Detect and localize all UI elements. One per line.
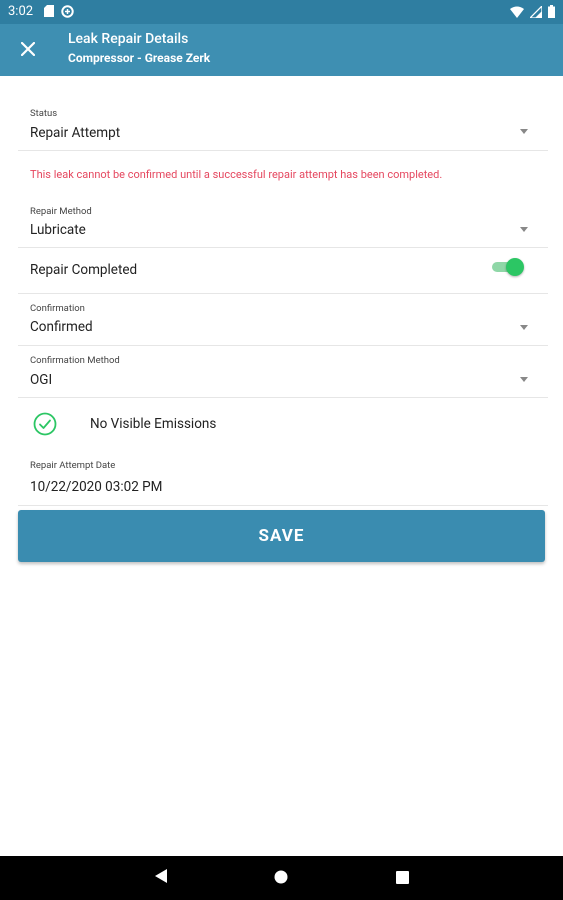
chevron-down-icon — [520, 227, 528, 232]
no-visible-emissions-label: No Visible Emissions — [90, 416, 217, 432]
status-left-icons — [44, 5, 74, 22]
status-value: Repair Attempt — [30, 125, 121, 141]
status-dropdown[interactable]: Status Repair Attempt — [18, 100, 548, 151]
battery-icon — [548, 5, 555, 22]
chevron-down-icon — [520, 377, 528, 382]
confirmation-label: Confirmation — [30, 303, 85, 314]
confirmation-dropdown[interactable]: Confirmation Confirmed — [18, 294, 548, 346]
repair-attempt-date-value: 10/22/2020 03:02 PM — [30, 479, 163, 495]
back-button[interactable] — [150, 867, 172, 889]
signal-icon — [528, 3, 543, 22]
repair-completed-label: Repair Completed — [30, 262, 138, 278]
confirmation-method-value: OGI — [30, 372, 53, 388]
no-visible-emissions-row[interactable]: No Visible Emissions — [18, 402, 548, 446]
confirmation-value: Confirmed — [30, 319, 93, 335]
chevron-down-icon — [520, 129, 528, 134]
recents-icon — [395, 869, 409, 888]
error-message: This leak cannot be confirmed until a su… — [30, 168, 443, 181]
home-button[interactable] — [270, 867, 292, 889]
confirmation-method-dropdown[interactable]: Confirmation Method OGI — [18, 346, 548, 398]
app-bar: Leak Repair Details Compressor - Grease … — [0, 24, 563, 76]
page-subtitle: Compressor - Grease Zerk — [68, 51, 211, 65]
nav-bar — [0, 856, 563, 900]
close-button[interactable] — [14, 36, 42, 64]
repair-method-label: Repair Method — [30, 206, 92, 217]
repair-attempt-date-label: Repair Attempt Date — [30, 460, 116, 471]
repair-attempt-date-field[interactable]: Repair Attempt Date 10/22/2020 03:02 PM — [18, 450, 548, 506]
sd-card-icon — [44, 5, 54, 22]
save-button[interactable]: SAVE — [18, 510, 545, 562]
status-bar: 3:02 — [0, 0, 563, 24]
wifi-icon — [510, 6, 524, 22]
close-icon — [20, 41, 36, 60]
repair-method-value: Lubricate — [30, 222, 86, 238]
status-label: Status — [30, 108, 58, 119]
check-circle-icon[interactable] — [33, 412, 57, 440]
home-icon — [274, 869, 288, 888]
repair-completed-row: Repair Completed — [18, 248, 548, 294]
data-saver-icon — [61, 5, 74, 22]
repair-method-dropdown[interactable]: Repair Method Lubricate — [18, 198, 548, 248]
toggle-thumb — [506, 258, 524, 276]
page-title: Leak Repair Details — [68, 31, 189, 47]
status-right-icons — [510, 3, 555, 22]
status-time: 3:02 — [8, 4, 34, 19]
chevron-down-icon — [520, 325, 528, 330]
repair-completed-toggle[interactable] — [490, 257, 524, 277]
confirmation-method-label: Confirmation Method — [30, 355, 120, 366]
recents-button[interactable] — [391, 867, 413, 889]
back-icon — [154, 868, 168, 888]
